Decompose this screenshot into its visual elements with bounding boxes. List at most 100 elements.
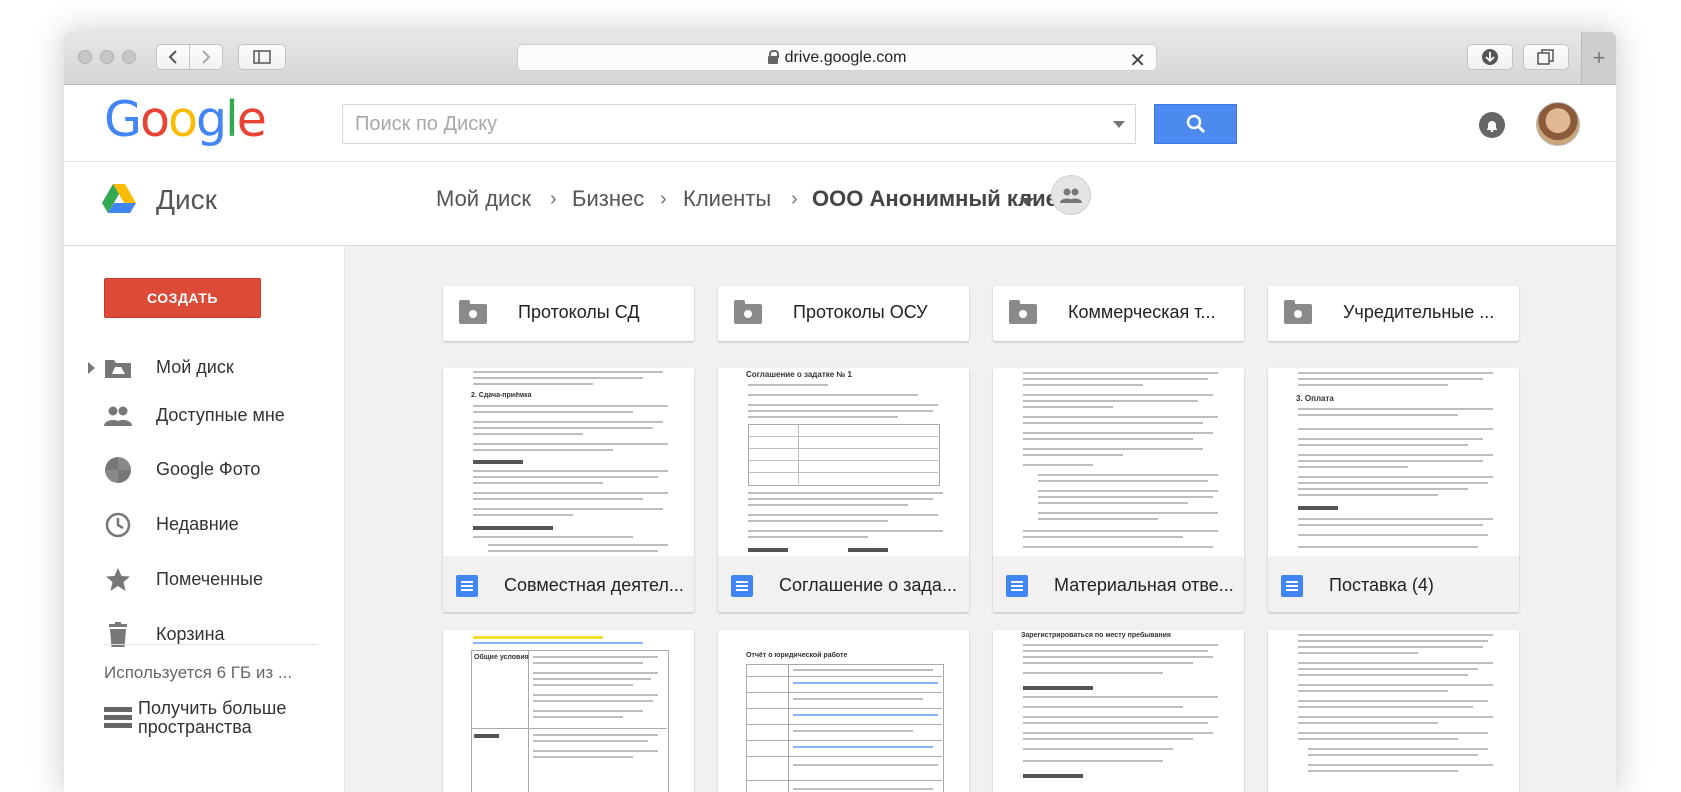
folder-menu-dropdown-icon[interactable] [1020,198,1034,206]
sidebar-toggle-button[interactable] [238,44,286,70]
minimize-window-button[interactable] [100,50,114,64]
google-docs-icon [456,575,478,597]
sidebar-item-trash[interactable]: Корзина [64,613,344,657]
bell-icon [1487,121,1497,132]
file-caption: Материальная отве... [993,556,1244,612]
folder-name: Учредительные ... [1343,302,1495,322]
file-card[interactable]: Зарегистрироваться по месту пребывания [993,630,1244,792]
forward-button[interactable] [189,44,223,70]
search-options-icon[interactable] [1113,121,1125,128]
downloads-button[interactable] [1467,44,1513,70]
breadcrumb-my-drive[interactable]: Мой диск [436,186,531,212]
browser-toolbar: drive.google.com ✕ + [64,32,1616,85]
sidebar-item-recent[interactable]: Недавние [64,503,344,547]
document-thumbnail: Общие условия [443,630,694,792]
shared-folder-button[interactable] [1051,175,1091,215]
drive-bar: Диск Мой диск › Бизнес › Клиенты › ООО А… [64,162,1616,246]
google-docs-icon [1006,575,1028,597]
shared-folder-icon [459,300,487,324]
close-window-button[interactable] [78,50,92,64]
sidebar-icon [253,50,271,64]
file-card[interactable] [1268,630,1519,792]
file-name: Поставка (4) [1329,575,1434,595]
zoom-window-button[interactable] [122,50,136,64]
google-logo[interactable]: Google [104,91,267,148]
chevron-right-icon [202,50,211,64]
file-grid: Протоколы СД Протоколы ОСУ Коммерческая … [345,246,1616,792]
chevron-left-icon [168,50,177,64]
file-card[interactable]: Общие условия [443,630,694,792]
thumbnail-heading: Зарегистрироваться по месту пребывания [1021,632,1171,639]
file-name: Соглашение о зада... [779,575,957,595]
sidebar-item-my-drive[interactable]: Мой диск [64,346,344,390]
sidebar-item-label: Google Фото [156,459,261,479]
create-button[interactable]: СОЗДАТЬ [104,278,261,318]
new-tab-button[interactable]: + [1581,32,1616,84]
logo-letter: o [139,91,170,148]
get-more-storage-link[interactable]: Получить больше пространства [104,699,334,739]
thumbnail-heading: Отчёт о юридической работе [746,652,848,659]
notifications-button[interactable] [1479,112,1505,138]
search-button[interactable] [1154,104,1237,144]
thumbnail-heading: Общие условия [474,654,529,661]
tabs-overview-button[interactable] [1523,44,1569,70]
document-thumbnail: 2. Сдача-приёмка [443,368,694,557]
sidebar-item-photos[interactable]: Google Фото [64,448,344,492]
file-caption: Поставка (4) [1268,556,1519,612]
document-thumbnail: Зарегистрироваться по месту пребывания [993,630,1244,792]
sidebar-item-starred[interactable]: Помеченные [64,558,344,602]
file-card[interactable]: Материальная отве... [993,368,1244,612]
avatar[interactable] [1536,102,1580,146]
sidebar-item-label: Недавние [156,514,239,534]
clear-url-icon[interactable]: ✕ [1129,48,1146,73]
people-icon [104,403,132,429]
url-text: drive.google.com [784,48,907,66]
folder-card[interactable]: Коммерческая т... [993,286,1244,341]
document-thumbnail [1268,630,1519,792]
thumbnail-heading: 3. Оплата [1296,394,1334,403]
expand-arrow-icon[interactable] [88,362,95,374]
sidebar-item-label: Доступные мне [156,405,285,425]
address-bar[interactable]: drive.google.com ✕ [517,44,1157,73]
logo-letter: e [236,91,267,148]
sidebar: СОЗДАТЬ Мой диск Доступные мне Google Фо… [64,246,345,792]
file-name: Совместная деятел... [504,575,684,595]
file-card[interactable]: Отчёт о юридической работе [718,630,969,792]
star-icon [104,567,132,593]
folder-name: Коммерческая т... [1068,302,1216,322]
document-thumbnail [993,368,1244,557]
folder-card[interactable]: Протоколы СД [443,286,694,341]
breadcrumb-separator-icon: › [550,188,557,210]
file-caption: Соглашение о зада... [718,556,969,612]
file-name: Материальная отве... [1054,575,1234,595]
breadcrumb-business[interactable]: Бизнес [572,186,644,212]
breadcrumb-separator-icon: › [791,188,798,210]
drive-logo-icon[interactable] [102,184,136,214]
back-button[interactable] [156,44,190,70]
sidebar-item-label: Корзина [156,624,225,644]
logo-letter: G [104,91,142,148]
logo-letter: g [195,91,227,148]
search-input[interactable]: Поиск по Диску [342,104,1136,144]
folder-name: Протоколы СД [518,302,640,322]
search-placeholder: Поиск по Диску [355,113,498,135]
file-card[interactable]: 3. Оплата Поставка (4) [1268,368,1519,612]
document-thumbnail: Соглашение о задатке № 1 [718,368,969,557]
sidebar-item-label: Мой диск [156,357,234,377]
sidebar-item-label: Помеченные [156,569,263,589]
drive-folder-icon [104,355,132,381]
get-more-storage-label: Получить больше пространства [138,698,287,737]
sidebar-item-shared[interactable]: Доступные мне [64,394,344,438]
folder-card[interactable]: Учредительные ... [1268,286,1519,341]
breadcrumb-clients[interactable]: Клиенты [683,186,771,212]
file-card[interactable]: Соглашение о задатке № 1 Соглашение о за… [718,368,969,612]
photos-icon [104,457,132,483]
drive-title[interactable]: Диск [156,184,217,216]
breadcrumb-separator-icon: › [660,188,667,210]
shared-folder-icon [1284,300,1312,324]
folder-card[interactable]: Протоколы ОСУ [718,286,969,341]
browser-window: drive.google.com ✕ + Google Поиск по Дис… [64,32,1616,792]
file-card[interactable]: 2. Сдача-приёмка Совместная деятел... [443,368,694,612]
breadcrumb-current-folder[interactable]: ООО Анонимный клиент [812,186,1082,212]
logo-letter: l [225,91,239,148]
